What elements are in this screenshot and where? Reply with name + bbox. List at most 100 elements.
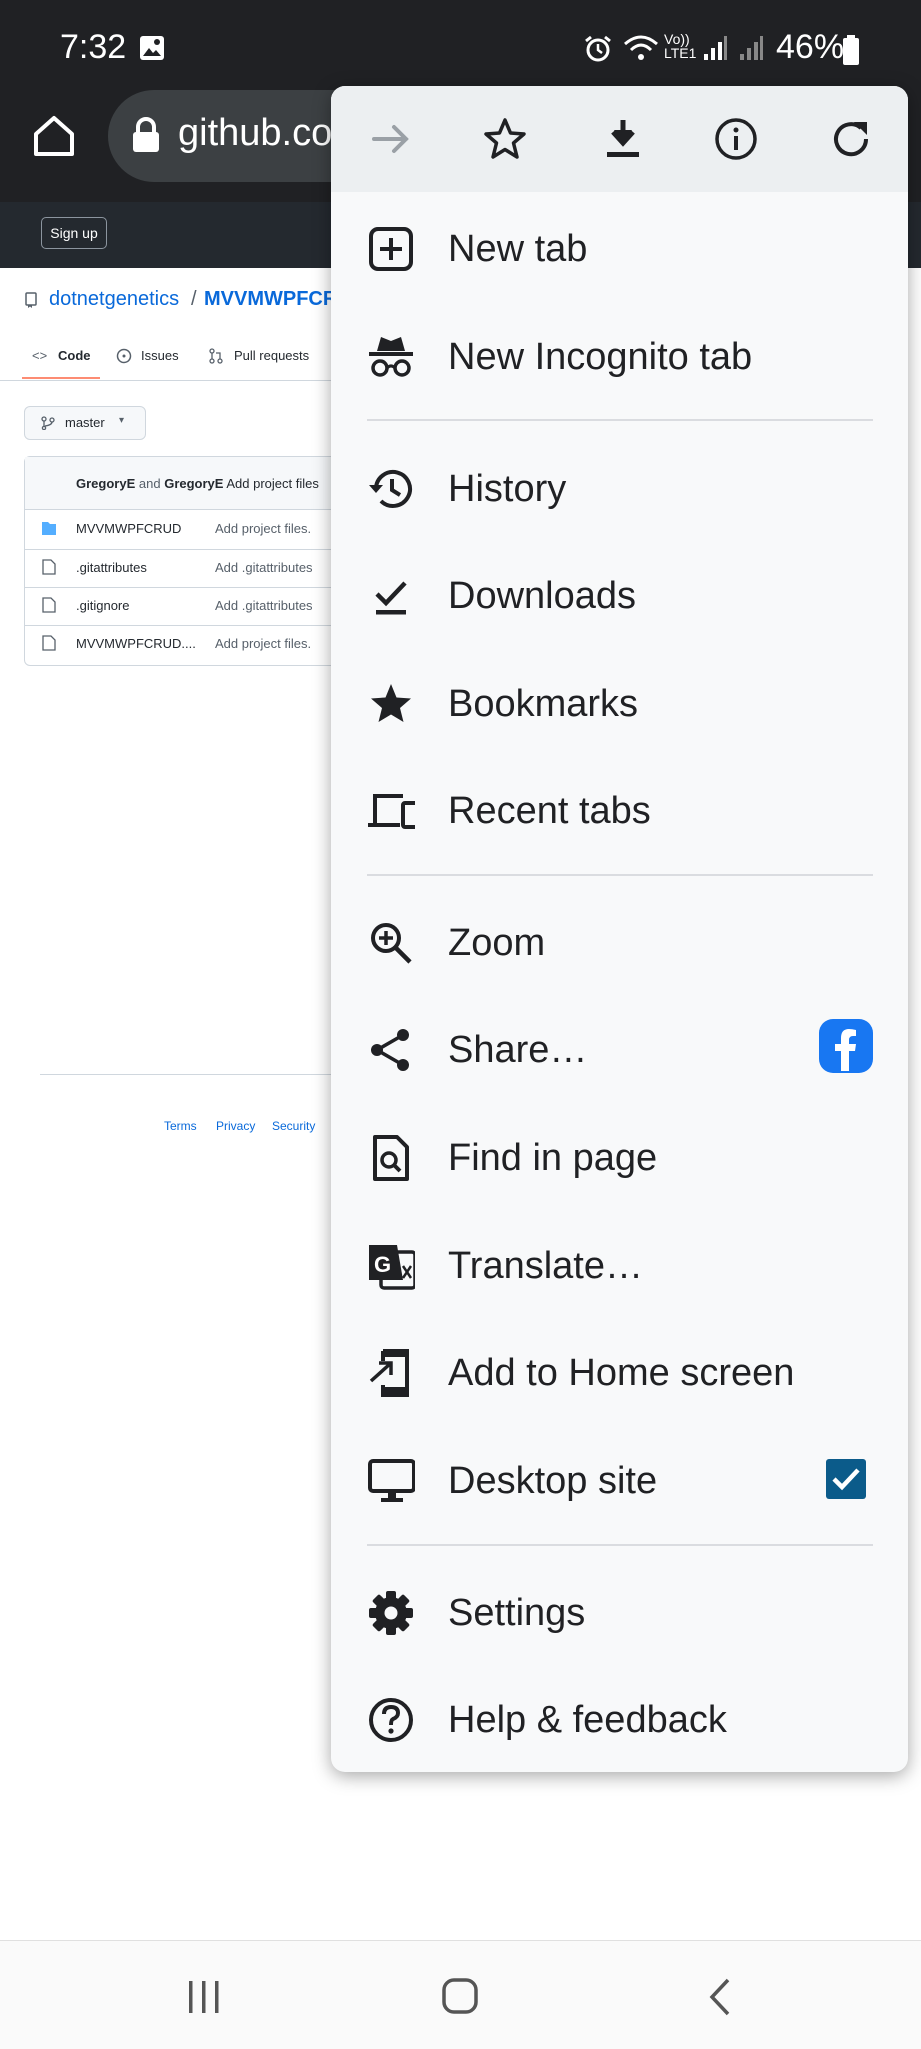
info-icon[interactable] (713, 116, 759, 162)
menu-item-recent-tabs[interactable]: Recent tabs (331, 758, 908, 864)
signal-2-icon (740, 36, 763, 60)
menu-item-label: Recent tabs (448, 790, 651, 832)
table-row[interactable]: .gitattributes Add .gitattributes (24, 549, 364, 587)
commit-message[interactable]: Add project files (226, 476, 319, 491)
commit-and: and (138, 476, 161, 491)
desktop-site-checkbox[interactable] (825, 1458, 867, 1500)
branch-name: master (65, 415, 105, 430)
home-button-icon[interactable] (441, 1977, 479, 2015)
file-commit-message[interactable]: Add project files. (215, 636, 311, 651)
branch-selector[interactable]: master ▾ (24, 406, 146, 440)
recent-apps-icon[interactable] (186, 1979, 222, 2015)
sign-up-button[interactable]: Sign up (41, 217, 107, 249)
help-icon (369, 1698, 413, 1742)
file-name[interactable]: .gitignore (76, 598, 129, 613)
menu-item-label: Help & feedback (448, 1699, 727, 1741)
bookmark-star-icon[interactable] (482, 116, 528, 162)
svg-text:G: G (374, 1252, 391, 1277)
repo-owner-link[interactable]: dotnetgenetics (49, 288, 179, 311)
bookmarks-icon (371, 684, 411, 722)
download-icon[interactable] (600, 116, 646, 162)
status-bar: 7:32 Vo)) LTE1 46% (0, 0, 921, 100)
lock-icon (133, 117, 159, 152)
menu-item-settings[interactable]: Settings (331, 1560, 908, 1666)
tab-issues[interactable]: Issues (141, 348, 179, 363)
tabs-divider (0, 380, 331, 381)
footer-divider (40, 1074, 331, 1075)
menu-item-desktop-site[interactable]: Desktop site (331, 1428, 908, 1534)
incognito-icon (369, 337, 413, 377)
forward-icon[interactable] (368, 116, 414, 162)
table-row[interactable]: MVVMWPFCRUD.... Add project files. (24, 625, 364, 663)
repo-name-link[interactable]: MVVMWPFCR (204, 288, 337, 311)
file-icon (42, 559, 56, 575)
menu-item-downloads[interactable]: Downloads (331, 543, 908, 649)
network-label: Vo)) LTE1 (664, 31, 697, 61)
menu-item-zoom[interactable]: Zoom (331, 890, 908, 996)
footer-terms-link[interactable]: Terms (164, 1119, 197, 1133)
repo-icon (25, 292, 37, 308)
file-name[interactable]: MVVMWPFCRUD (76, 521, 181, 536)
menu-item-label: Settings (448, 1592, 586, 1634)
browser-overflow-menu: New tab New Incognito tab History Downlo… (331, 86, 908, 1772)
menu-item-new-tab[interactable]: New tab (331, 196, 908, 302)
menu-item-label: History (448, 468, 567, 510)
table-row[interactable]: .gitignore Add .gitattributes (24, 587, 364, 625)
menu-item-new-incognito-tab[interactable]: New Incognito tab (331, 304, 908, 410)
back-icon[interactable] (706, 1977, 736, 2017)
menu-item-label: Add to Home screen (448, 1352, 795, 1394)
menu-item-label: New tab (448, 228, 588, 270)
home-icon[interactable] (30, 112, 78, 160)
signal-icon (704, 36, 727, 60)
file-icon (42, 635, 56, 651)
file-commit-message[interactable]: Add .gitattributes (215, 560, 313, 575)
battery-level: 46% (776, 28, 845, 66)
menu-item-add-to-home-screen[interactable]: Add to Home screen (331, 1320, 908, 1426)
history-icon (369, 469, 412, 508)
commit-author-2[interactable]: GregoryE (164, 476, 223, 491)
menu-item-find-in-page[interactable]: Find in page (331, 1105, 908, 1211)
file-name[interactable]: .gitattributes (76, 560, 147, 575)
commit-summary: GregoryE and GregoryE Add project files (76, 476, 319, 491)
pull-request-icon (209, 348, 223, 364)
alarm-icon (585, 35, 611, 62)
menu-separator (367, 874, 873, 876)
folder-icon (42, 522, 56, 535)
repo-tabs: <> Code Issues Pull requests (0, 336, 331, 381)
wifi-icon (624, 35, 658, 60)
tab-pull-requests[interactable]: Pull requests (234, 348, 309, 363)
footer-security-link[interactable]: Security (272, 1119, 315, 1133)
tab-code-underline (22, 377, 100, 379)
zoom-icon (371, 923, 412, 964)
menu-item-share[interactable]: Share… (331, 997, 908, 1103)
menu-item-translate[interactable]: G Translate… (331, 1213, 908, 1319)
file-icon (42, 597, 56, 613)
menu-separator (367, 419, 873, 421)
table-row[interactable]: MVVMWPFCRUD Add project files. (24, 511, 364, 548)
menu-item-history[interactable]: History (331, 436, 908, 542)
commit-bar: GregoryE and GregoryE Add project files (25, 457, 365, 510)
menu-item-bookmarks[interactable]: Bookmarks (331, 651, 908, 757)
reload-icon[interactable] (828, 116, 874, 162)
recent-tabs-icon (368, 794, 415, 829)
commit-author-1[interactable]: GregoryE (76, 476, 135, 491)
battery-icon (843, 35, 859, 65)
footer-privacy-link[interactable]: Privacy (216, 1119, 255, 1133)
settings-icon (369, 1591, 413, 1635)
file-commit-message[interactable]: Add project files. (215, 521, 311, 536)
menu-item-label: Find in page (448, 1137, 658, 1179)
file-commit-message[interactable]: Add .gitattributes (215, 598, 313, 613)
tab-code[interactable]: Code (58, 348, 91, 363)
system-navigation-bar (0, 1940, 921, 2049)
find-in-page-icon (373, 1135, 409, 1181)
menu-separator (367, 1544, 873, 1546)
menu-item-label: Desktop site (448, 1460, 658, 1502)
menu-action-row (331, 86, 908, 192)
facebook-icon[interactable] (819, 1019, 873, 1073)
file-name[interactable]: MVVMWPFCRUD.... (76, 636, 196, 651)
menu-item-label: New Incognito tab (448, 336, 753, 378)
menu-item-help-feedback[interactable]: Help & feedback (331, 1667, 908, 1772)
branch-icon (41, 416, 55, 430)
menu-item-label: Share… (448, 1029, 588, 1071)
menu-item-label: Zoom (448, 922, 546, 964)
